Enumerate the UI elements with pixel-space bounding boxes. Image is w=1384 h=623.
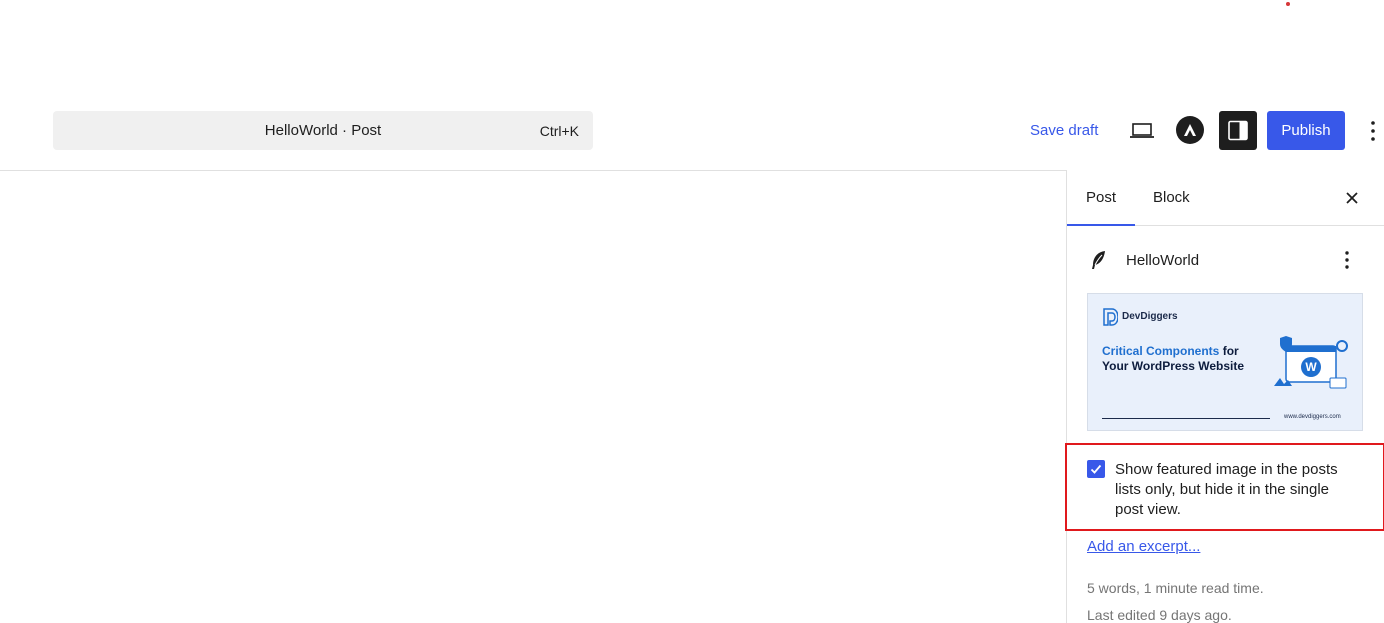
post-title: HelloWorld <box>1126 252 1200 269</box>
laptop-icon <box>1130 123 1154 138</box>
featured-image-option-label[interactable]: Show featured image in the posts lists o… <box>1115 460 1345 520</box>
preview-button[interactable] <box>1126 113 1160 147</box>
more-options-button[interactable] <box>1362 114 1384 148</box>
image-headline: Critical Components for Your WordPress W… <box>1102 344 1262 374</box>
settings-sidebar-toggle[interactable] <box>1219 111 1257 150</box>
publish-button[interactable]: Publish <box>1267 111 1345 150</box>
word-count-text: 5 words, 1 minute read time. <box>1087 580 1264 596</box>
save-draft-button[interactable]: Save draft <box>1030 122 1098 139</box>
checkmark-icon <box>1090 464 1102 474</box>
last-edited-text: Last edited 9 days ago. <box>1087 607 1232 623</box>
close-icon <box>1346 192 1358 204</box>
astra-logo-icon <box>1184 124 1196 136</box>
close-sidebar-button[interactable] <box>1339 185 1365 211</box>
settings-sidebar: Post Block HelloWorld DevDiggers Critica… <box>1066 170 1384 623</box>
editor-header: HelloWorld · Post Ctrl+K Save draft Publ… <box>0 100 1384 171</box>
tab-block[interactable]: Block <box>1153 170 1193 225</box>
vertical-ellipsis-icon <box>1345 251 1349 269</box>
website-illustration-icon: W <box>1274 336 1348 389</box>
astra-settings-button[interactable] <box>1176 116 1204 144</box>
image-divider <box>1102 418 1270 419</box>
notification-dot <box>1286 2 1290 6</box>
tab-post[interactable]: Post <box>1067 170 1135 226</box>
featured-image-option-checkbox[interactable] <box>1087 460 1105 478</box>
featured-image[interactable]: DevDiggers Critical Components for Your … <box>1087 293 1363 431</box>
add-excerpt-link[interactable]: Add an excerpt... <box>1087 538 1200 555</box>
image-brand-text: DevDiggers <box>1122 311 1178 322</box>
devdiggers-logo-icon <box>1103 308 1118 326</box>
image-headline-accent: Critical Components <box>1102 344 1220 358</box>
post-summary: HelloWorld <box>1087 244 1367 276</box>
command-palette-bar[interactable]: HelloWorld · Post Ctrl+K <box>53 111 593 150</box>
vertical-ellipsis-icon <box>1371 121 1375 141</box>
sidebar-tabs: Post Block <box>1067 170 1384 226</box>
post-feather-icon <box>1087 248 1111 272</box>
post-actions-button[interactable] <box>1337 248 1357 272</box>
svg-text:W: W <box>1305 360 1317 374</box>
keyboard-shortcut: Ctrl+K <box>539 123 579 139</box>
document-title: HelloWorld · Post <box>264 122 382 139</box>
image-url-text: www.devdiggers.com <box>1284 414 1341 420</box>
sidebar-icon <box>1228 120 1248 141</box>
